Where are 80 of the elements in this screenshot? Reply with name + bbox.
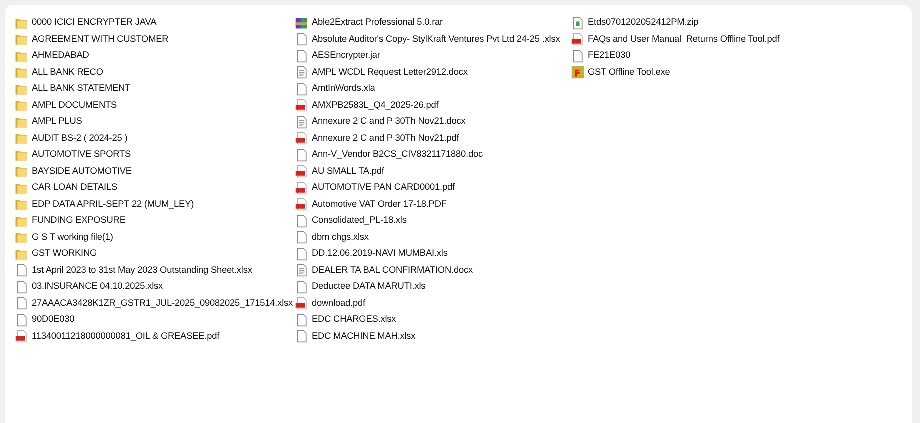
folder-icon — [15, 230, 29, 246]
file-icon — [295, 48, 309, 64]
file-item[interactable]: Annexure 2 C and P 30Th Nov21.docx — [295, 114, 571, 130]
file-item[interactable]: 11340011218000000081_OIL & GREASEE.pdf — [15, 328, 295, 345]
file-item[interactable]: Ann-V_Vendor B2CS_CIV8321171880.doc — [295, 147, 571, 164]
file-item[interactable]: GST WORKING — [15, 246, 295, 262]
file-item[interactable]: AMXPB2583L_Q4_2025-26.pdf — [295, 98, 571, 114]
file-icon — [15, 312, 29, 328]
pdf-icon — [295, 131, 309, 146]
pdf-icon — [15, 329, 29, 344]
file-item[interactable]: AU SMALL TA.pdf — [295, 164, 571, 180]
folder-icon — [15, 98, 29, 114]
file-item[interactable]: AMPL PLUS — [15, 114, 295, 130]
folder-icon — [15, 197, 29, 212]
file-item[interactable]: FE21E030 — [571, 48, 912, 64]
file-item[interactable]: ALL BANK STATEMENT — [15, 81, 295, 98]
file-item[interactable]: Annexure 2 C and P 30Th Nov21.pdf — [295, 130, 571, 147]
file-item[interactable]: DEALER TA BAL CONFIRMATION.docx — [295, 262, 571, 279]
file-icon — [15, 280, 29, 295]
file-item[interactable]: CAR LOAN DETAILS — [15, 180, 295, 196]
file-item[interactable]: EDP DATA APRIL-SEPT 22 (MUM_LEY) — [15, 196, 295, 213]
file-item[interactable]: Consolidated_PL-18.xls — [295, 213, 571, 230]
file-icon — [295, 148, 309, 163]
folder-icon — [15, 32, 29, 48]
pdf-icon — [295, 296, 309, 312]
file-item[interactable]: Automotive VAT Order 17-18.PDF — [295, 196, 571, 213]
file-item[interactable]: 0000 ICICI ENCRYPTER JAVA — [15, 15, 295, 32]
file-icon — [295, 329, 309, 344]
file-item[interactable]: AUTOMOTIVE SPORTS — [15, 147, 295, 164]
file-item[interactable]: AmtInWords.xla — [295, 81, 571, 98]
document-icon — [295, 263, 309, 278]
document-icon — [295, 114, 309, 130]
file-icon — [295, 32, 309, 48]
pdf-icon — [571, 32, 585, 48]
archive-icon — [295, 16, 309, 31]
file-icon — [15, 263, 29, 278]
document-icon — [295, 65, 309, 80]
file-icon — [295, 246, 309, 262]
program-icon — [571, 65, 585, 80]
file-item[interactable]: dbm chgs.xlsx — [295, 230, 571, 246]
file-item[interactable]: AUDIT BS-2 ( 2024-25 ) — [15, 130, 295, 147]
folder-icon — [15, 65, 29, 80]
file-item[interactable]: AHMEDABAD — [15, 48, 295, 64]
file-item[interactable]: AMPL WCDL Request Letter2912.docx — [295, 64, 571, 81]
file-item[interactable]: download.pdf — [295, 296, 571, 312]
file-icon — [571, 48, 585, 64]
file-icon — [295, 214, 309, 229]
file-item[interactable]: BAYSIDE AUTOMOTIVE — [15, 164, 295, 180]
file-item[interactable]: AESEncrypter.jar — [295, 48, 571, 64]
file-item[interactable]: 1st April 2023 to 31st May 2023 Outstanding Sheet.xlsx — [15, 262, 295, 279]
folder-icon — [15, 164, 29, 180]
file-item[interactable]: FUNDING EXPOSURE — [15, 213, 295, 230]
pdf-icon — [295, 180, 309, 196]
file-item[interactable]: 03.INSURANCE 04.10.2025.xlsx — [15, 279, 295, 296]
pdf-icon — [295, 164, 309, 180]
file-item[interactable]: FAQs and User Manual Returns Offline Tool.pdf — [571, 32, 912, 48]
zip-file-icon — [571, 16, 585, 31]
file-item[interactable]: EDC MACHINE MAH.xlsx — [295, 328, 571, 345]
file-item[interactable]: Able2Extract Professional 5.0.rar — [295, 15, 571, 32]
file-item[interactable]: GST Offline Tool.exe — [571, 64, 912, 81]
file-item[interactable]: G S T working file(1) — [15, 230, 295, 246]
file-icon — [295, 280, 309, 295]
file-icon — [295, 82, 309, 97]
file-item[interactable]: DD.12.06.2019-NAVI MUMBAI.xls — [295, 246, 571, 262]
file-item[interactable]: AUTOMOTIVE PAN CARD0001.pdf — [295, 180, 571, 196]
file-item[interactable]: 27AAACA3428K1ZR_GSTR1_JUL-2025_09082025_171514.xlsx — [15, 296, 295, 312]
file-item[interactable]: AMPL DOCUMENTS — [15, 98, 295, 114]
file-icon — [15, 296, 29, 312]
file-icon — [295, 230, 309, 246]
file-item[interactable]: Etds0701202052412PM.zip — [571, 15, 912, 32]
file-item[interactable]: Absolute Auditor's Copy- StylKraft Ventures Pvt Ltd 24-25 .xlsx — [295, 32, 571, 48]
file-item[interactable]: Deductee DATA MARUTI.xls — [295, 279, 571, 296]
pdf-icon — [295, 98, 309, 114]
file-icon — [295, 312, 309, 328]
file-item[interactable]: ALL BANK RECO — [15, 64, 295, 81]
folder-icon — [15, 131, 29, 146]
file-item[interactable]: EDC CHARGES.xlsx — [295, 312, 571, 328]
file-item[interactable]: AGREEMENT WITH CUSTOMER — [15, 32, 295, 48]
file-item[interactable]: 90D0E030 — [15, 312, 295, 328]
pdf-icon — [295, 197, 309, 212]
